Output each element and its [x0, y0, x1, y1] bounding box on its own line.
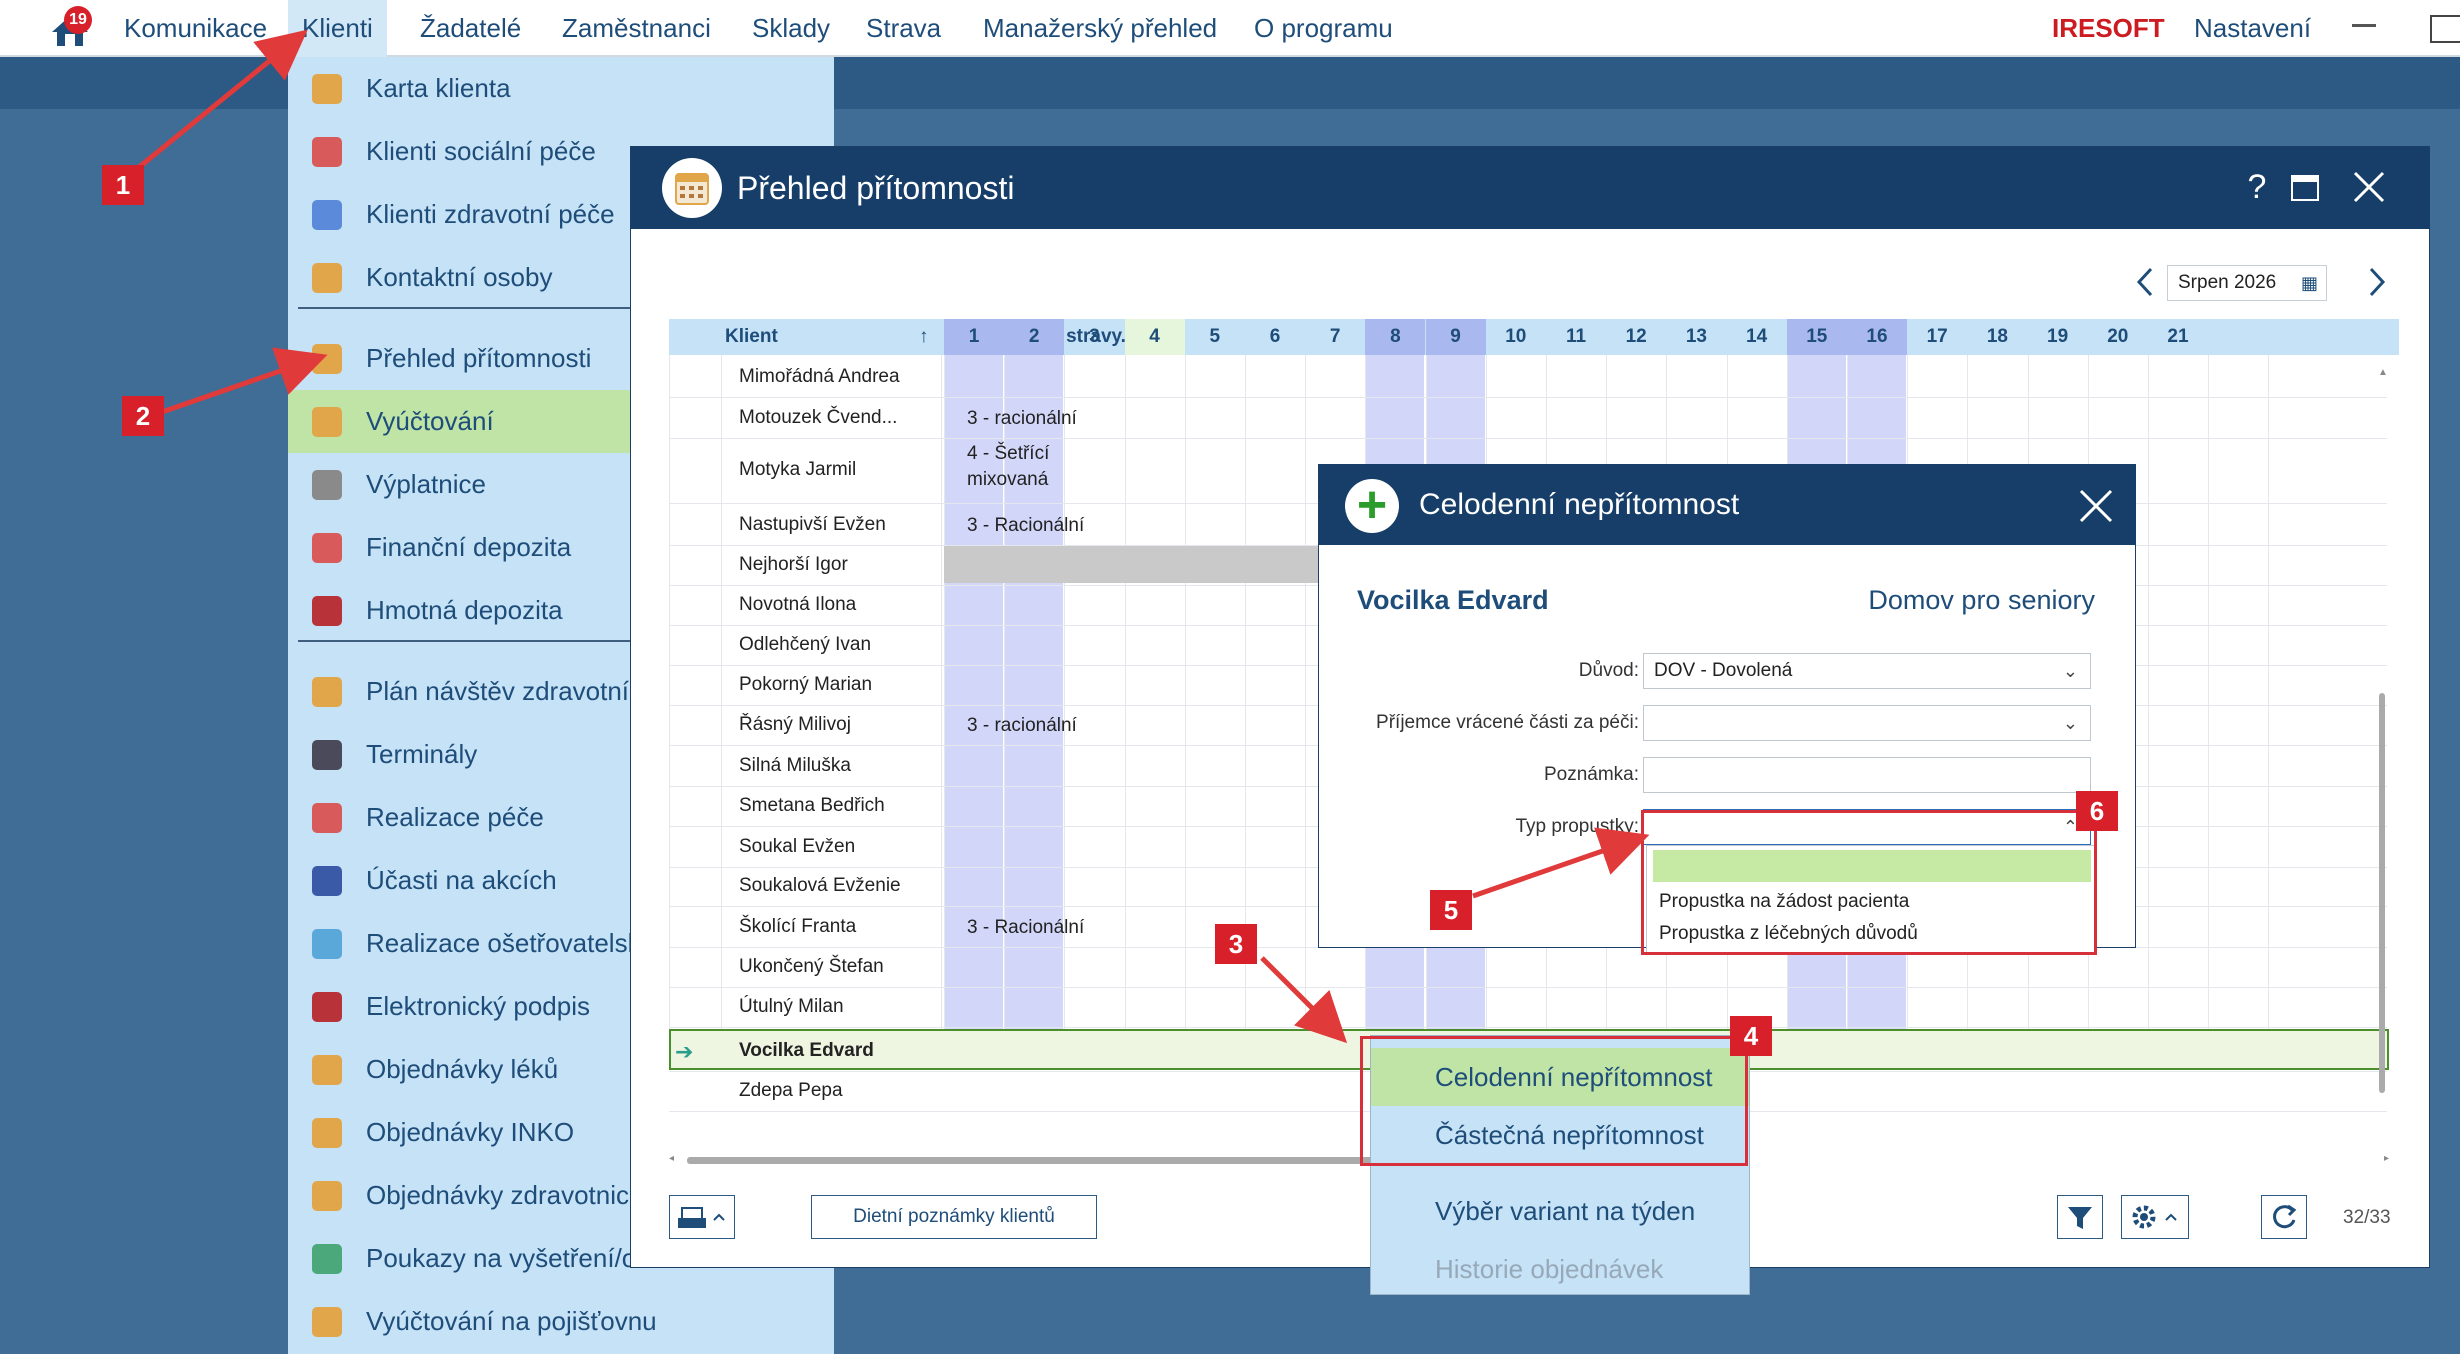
callout-1: 1 — [102, 165, 144, 205]
callout-arrows — [136, 29, 1650, 1044]
callout-4: 4 — [1730, 1016, 1772, 1056]
callout-3: 3 — [1215, 924, 1257, 964]
callout-5: 5 — [1430, 890, 1472, 930]
callout-6: 6 — [2076, 791, 2118, 831]
callout-2: 2 — [122, 396, 164, 436]
